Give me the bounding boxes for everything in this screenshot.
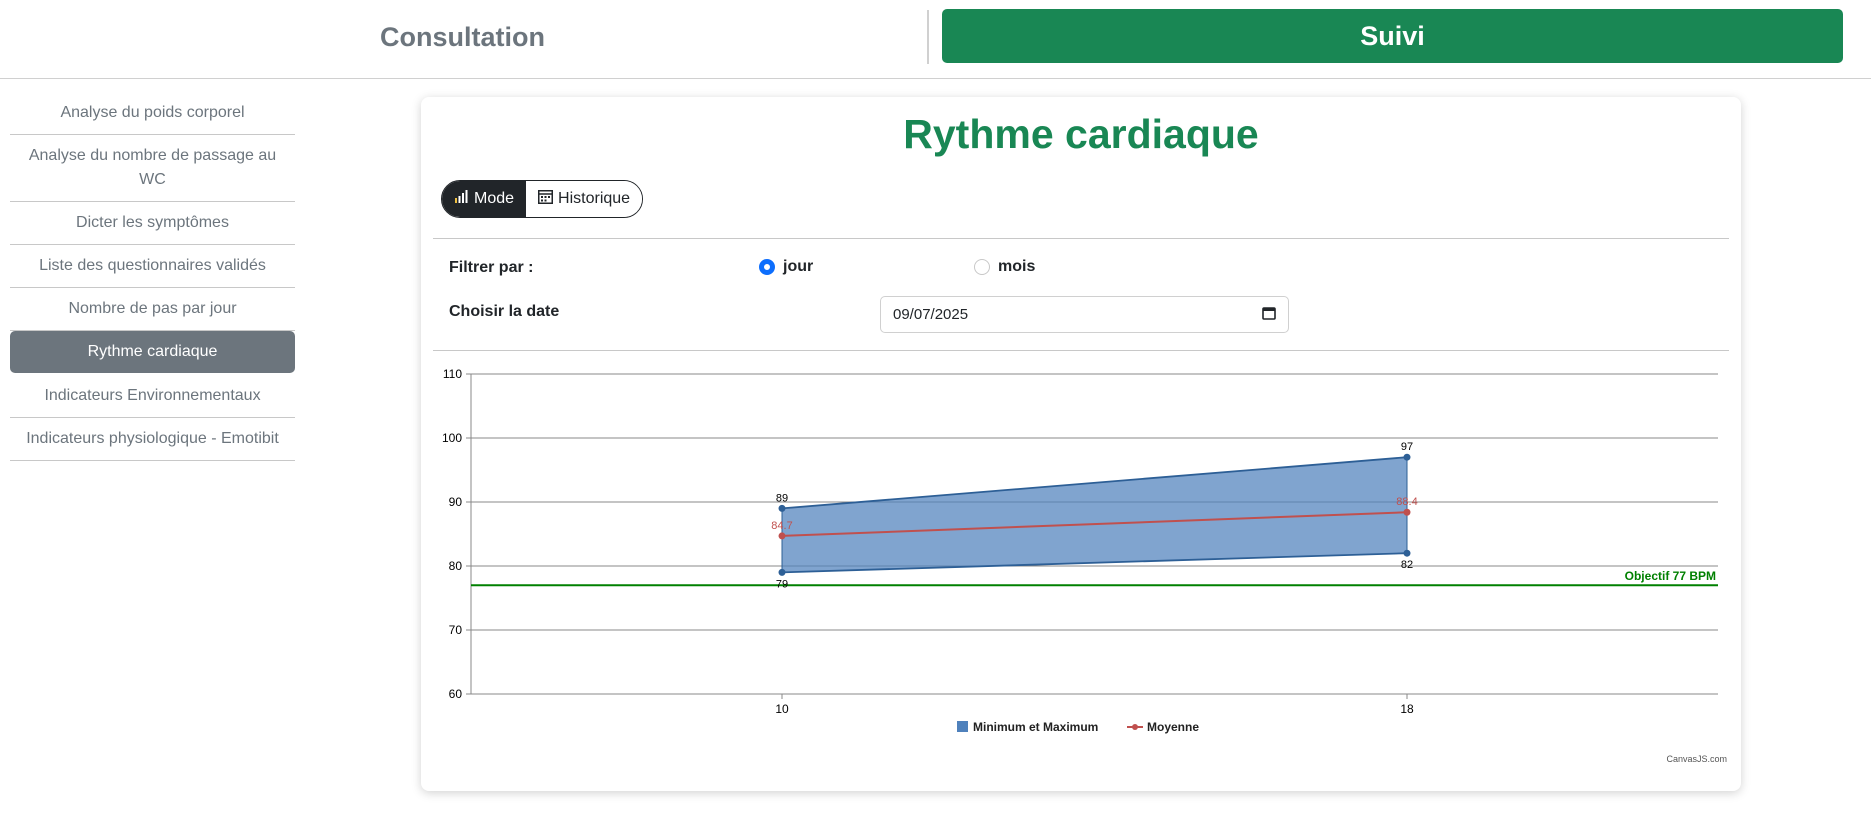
sidebar-item-emotibit[interactable]: Indicateurs physiologique - Emotibit [10,418,295,461]
x-tick-label: 10 [775,702,789,716]
calendar-icon [538,189,554,209]
range-high-point [1403,453,1411,461]
data-label-moyenne: 88.4 [1396,496,1417,508]
data-label-low: 82 [1401,559,1413,571]
range-high-point [778,504,786,512]
data-label-moyenne: 84.7 [771,520,792,532]
tab-divider [927,10,929,64]
data-label-high: 89 [776,492,788,504]
y-tick-label: 110 [443,367,462,381]
chart-credit: CanvasJS.com [1666,754,1727,764]
top-navigation: Consultation Suivi [0,0,1871,79]
range-low-point [778,568,786,576]
date-label: Choisir la date [449,303,560,320]
radio-jour[interactable] [759,259,775,275]
y-tick-label: 60 [449,687,463,701]
sidebar-item-poids[interactable]: Analyse du poids corporel [10,92,295,135]
sidebar-item-rythme-cardiaque[interactable]: Rythme cardiaque [10,331,295,373]
date-value: 09/07/2025 [893,306,969,323]
radio-mois[interactable] [974,259,990,275]
mode-button[interactable]: Mode [442,181,527,217]
filter-label: Filtrer par : [449,259,534,276]
radio-jour-label[interactable]: jour [783,258,813,276]
historique-button[interactable]: Historique [526,181,643,217]
view-toggle: Mode Historique [441,180,644,218]
sidebar-item-questionnaires[interactable]: Liste des questionnaires validés [10,245,295,288]
sidebar: Analyse du poids corporel Analyse du nom… [10,92,295,461]
historique-label: Historique [558,190,631,207]
chart-card: Rythme cardiaque Mode Historique Filtrer… [421,97,1741,791]
y-tick-label: 90 [449,495,463,509]
legend-swatch-dot [1132,724,1138,730]
heart-rate-chart: 60 70 80 90 100 110 10 18 89 97 79 82 84.7 88.4 Objec… [442,367,1718,734]
range-low-point [1403,549,1411,557]
y-tick-label: 100 [442,431,462,445]
legend-label-moyenne: Moyenne [1147,720,1199,734]
goal-label: Objectif 77 BPM [1625,569,1716,583]
x-tick-label: 18 [1400,702,1414,716]
legend-label-range: Minimum et Maximum [973,720,1098,734]
radio-mois-label[interactable]: mois [998,258,1035,276]
data-label-high: 97 [1401,441,1413,453]
sidebar-item-wc[interactable]: Analyse du nombre de passage au WC [10,135,295,202]
tab-consultation[interactable]: Consultation [0,10,925,64]
sidebar-item-environnementaux[interactable]: Indicateurs Environnementaux [10,375,295,418]
y-tick-label: 70 [449,623,463,637]
sidebar-item-pas[interactable]: Nombre de pas par jour [10,288,295,331]
bar-chart-icon [454,190,469,208]
sidebar-item-symptomes[interactable]: Dicter les symptômes [10,202,295,245]
date-input[interactable]: 09/07/2025 [880,296,1289,333]
page-title: Rythme cardiaque [903,111,1259,157]
data-label-low: 79 [776,578,788,590]
mode-label: Mode [474,190,515,207]
calendar-icon[interactable] [1262,306,1276,324]
y-tick-label: 80 [449,559,463,573]
tab-suivi[interactable]: Suivi [942,9,1843,63]
moyenne-point [1403,508,1411,516]
legend-swatch-range [957,721,968,732]
moyenne-point [778,532,786,540]
divider [433,238,1729,239]
